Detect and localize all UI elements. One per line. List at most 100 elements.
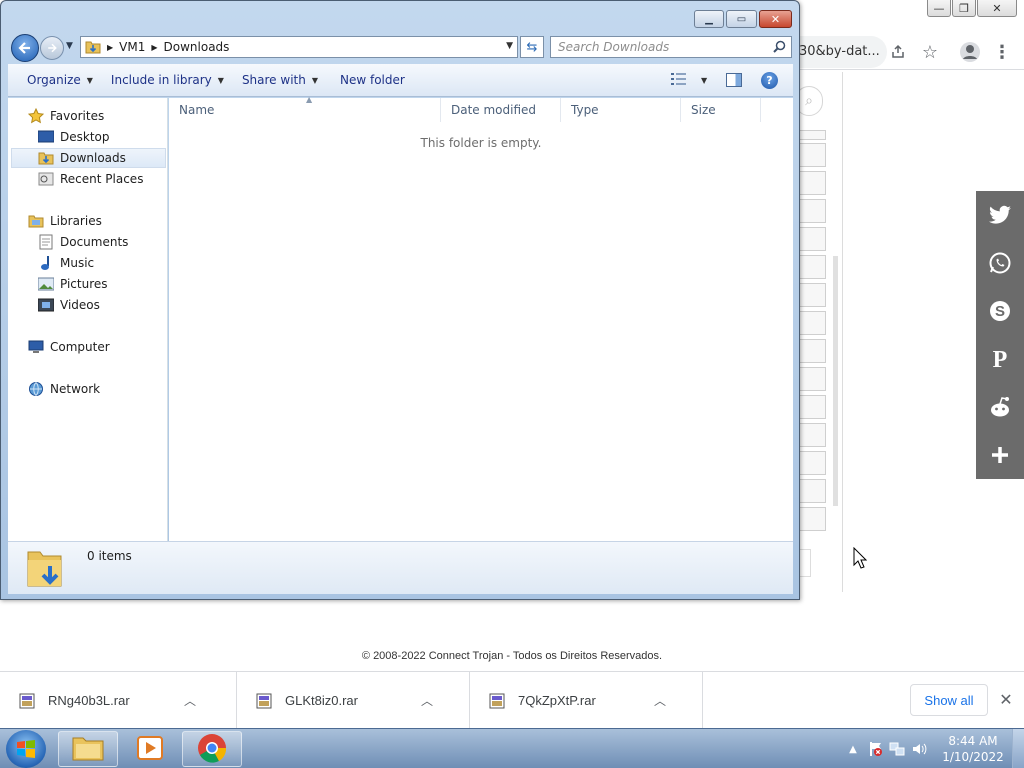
change-view-button[interactable]: ▼: [671, 73, 707, 88]
nav-pictures-label: Pictures: [60, 277, 108, 291]
web-list-cell: [797, 451, 826, 475]
taskbar-media-player-button[interactable]: [120, 731, 180, 767]
nav-music-label: Music: [60, 256, 95, 270]
nav-favorites-label: Favorites: [50, 109, 105, 123]
forward-button[interactable]: [40, 36, 64, 60]
show-all-button[interactable]: Show all: [910, 684, 988, 716]
column-name[interactable]: Name ▲: [169, 95, 441, 122]
videos-icon: [38, 297, 54, 313]
footer-copyright: © 2008-2022 Connect Trojan - Todos os Di…: [361, 650, 663, 662]
chevron-up-icon[interactable]: ︿: [415, 692, 439, 709]
breadcrumb-vm1[interactable]: VM1: [119, 40, 145, 54]
browser-restore-button[interactable]: ❐: [952, 0, 976, 17]
clock[interactable]: 8:44 AM 1/10/2022: [938, 733, 1008, 765]
share-icon[interactable]: [886, 40, 910, 64]
nav-music[interactable]: Music: [38, 253, 94, 273]
network-icon: [28, 381, 44, 397]
download-item[interactable]: RNg40b3L.rar ︿: [0, 672, 237, 729]
reddit-icon[interactable]: [976, 383, 1024, 431]
browser-close-button[interactable]: ✕: [977, 0, 1017, 17]
web-list-cell: [797, 227, 826, 251]
profile-icon[interactable]: [958, 40, 982, 64]
media-player-icon: [136, 735, 164, 764]
star-icon: [28, 108, 44, 124]
breadcrumb-downloads[interactable]: Downloads: [164, 40, 230, 54]
search-input[interactable]: Search Downloads: [550, 36, 792, 58]
mouse-cursor-icon: [853, 546, 868, 572]
column-headers: Name ▲ Date modified Type Size: [169, 95, 793, 122]
address-bar[interactable]: ▶ VM1 ▶ Downloads ▼: [80, 36, 518, 58]
new-folder-button[interactable]: New folder: [340, 73, 405, 87]
download-filename: RNg40b3L.rar: [48, 693, 130, 708]
nav-videos[interactable]: Videos: [38, 295, 100, 315]
chevron-up-icon[interactable]: ︿: [648, 692, 672, 709]
nav-pictures[interactable]: Pictures: [38, 274, 108, 294]
address-dropdown-icon[interactable]: ▼: [506, 41, 513, 51]
column-date-modified[interactable]: Date modified: [441, 98, 561, 122]
web-list-cell: [797, 171, 826, 195]
whatsapp-icon[interactable]: [976, 239, 1024, 287]
nav-network[interactable]: Network: [28, 379, 100, 399]
column-size[interactable]: Size: [681, 98, 761, 122]
web-list-cell: [797, 479, 826, 503]
recent-pages-dropdown[interactable]: ▼: [66, 41, 73, 51]
web-list-cell: [797, 130, 826, 140]
search-icon[interactable]: [773, 40, 794, 56]
include-in-library-button[interactable]: Include in library ▼: [111, 73, 224, 87]
star-icon[interactable]: ☆: [918, 40, 942, 64]
skype-icon[interactable]: S: [976, 287, 1024, 335]
file-list-pane[interactable]: Name ▲ Date modified Type Size This fold…: [169, 95, 793, 541]
navigation-pane: Favorites Desktop Downloads Recent Place…: [8, 98, 168, 541]
breadcrumb-separator-icon[interactable]: ▶: [151, 43, 157, 52]
nav-libraries[interactable]: Libraries: [28, 211, 102, 231]
folder-icon: [72, 735, 104, 764]
close-button[interactable]: ✕: [759, 10, 792, 28]
caret-down-icon[interactable]: ▼: [701, 76, 707, 85]
taskbar-chrome-button[interactable]: [182, 731, 242, 767]
nav-computer[interactable]: Computer: [28, 337, 110, 357]
nav-favorites[interactable]: Favorites: [28, 106, 104, 126]
pictures-icon: [38, 276, 54, 292]
preview-pane-icon[interactable]: [726, 73, 742, 87]
download-item[interactable]: GLKt8iz0.rar ︿: [237, 672, 470, 729]
breadcrumb-separator-icon[interactable]: ▶: [107, 43, 113, 52]
network-icon[interactable]: [888, 740, 906, 758]
menu-icon[interactable]: ⋮: [990, 40, 1014, 64]
twitter-icon[interactable]: [976, 191, 1024, 239]
organize-button[interactable]: Organize ▼: [27, 73, 93, 87]
close-icon[interactable]: ✕: [996, 690, 1016, 710]
chevron-up-icon[interactable]: ︿: [178, 692, 202, 709]
column-type[interactable]: Type: [561, 98, 681, 122]
web-list-cell: [797, 311, 826, 335]
documents-icon: [38, 234, 54, 250]
web-list-cell: [797, 423, 826, 447]
taskbar: ▲ 8:44 AM 1/10/2022: [0, 728, 1024, 768]
action-center-icon[interactable]: [866, 740, 884, 758]
minimize-button[interactable]: ▁: [694, 10, 724, 28]
start-button[interactable]: [6, 730, 46, 768]
nav-recent-label: Recent Places: [60, 172, 144, 186]
plus-icon[interactable]: [976, 431, 1024, 479]
browser-address-bar[interactable]: 30&by-dat...: [797, 36, 887, 68]
nav-recent-places[interactable]: Recent Places: [38, 169, 143, 189]
svg-text:P: P: [993, 347, 1008, 371]
maximize-button[interactable]: ▭: [726, 10, 757, 28]
download-item[interactable]: 7QkZpXtP.rar ︿: [470, 672, 703, 729]
share-with-button[interactable]: Share with ▼: [242, 73, 318, 87]
show-desktop-button[interactable]: [1012, 729, 1024, 768]
nav-desktop[interactable]: Desktop: [38, 127, 110, 147]
volume-icon[interactable]: [910, 740, 928, 758]
browser-minimize-button[interactable]: —: [927, 0, 951, 17]
show-hidden-icons-icon[interactable]: ▲: [844, 740, 862, 758]
help-icon[interactable]: ?: [761, 72, 778, 89]
web-list-cell: [797, 395, 826, 419]
back-button[interactable]: [11, 34, 39, 62]
clock-date: 1/10/2022: [942, 750, 1004, 764]
taskbar-explorer-button[interactable]: [58, 731, 118, 767]
refresh-button[interactable]: ⇆: [520, 36, 544, 58]
web-scrollbar[interactable]: [833, 256, 838, 506]
nav-downloads[interactable]: Downloads: [11, 148, 166, 168]
download-filename: 7QkZpXtP.rar: [518, 693, 596, 708]
pinterest-icon[interactable]: P: [976, 335, 1024, 383]
nav-documents[interactable]: Documents: [38, 232, 128, 252]
